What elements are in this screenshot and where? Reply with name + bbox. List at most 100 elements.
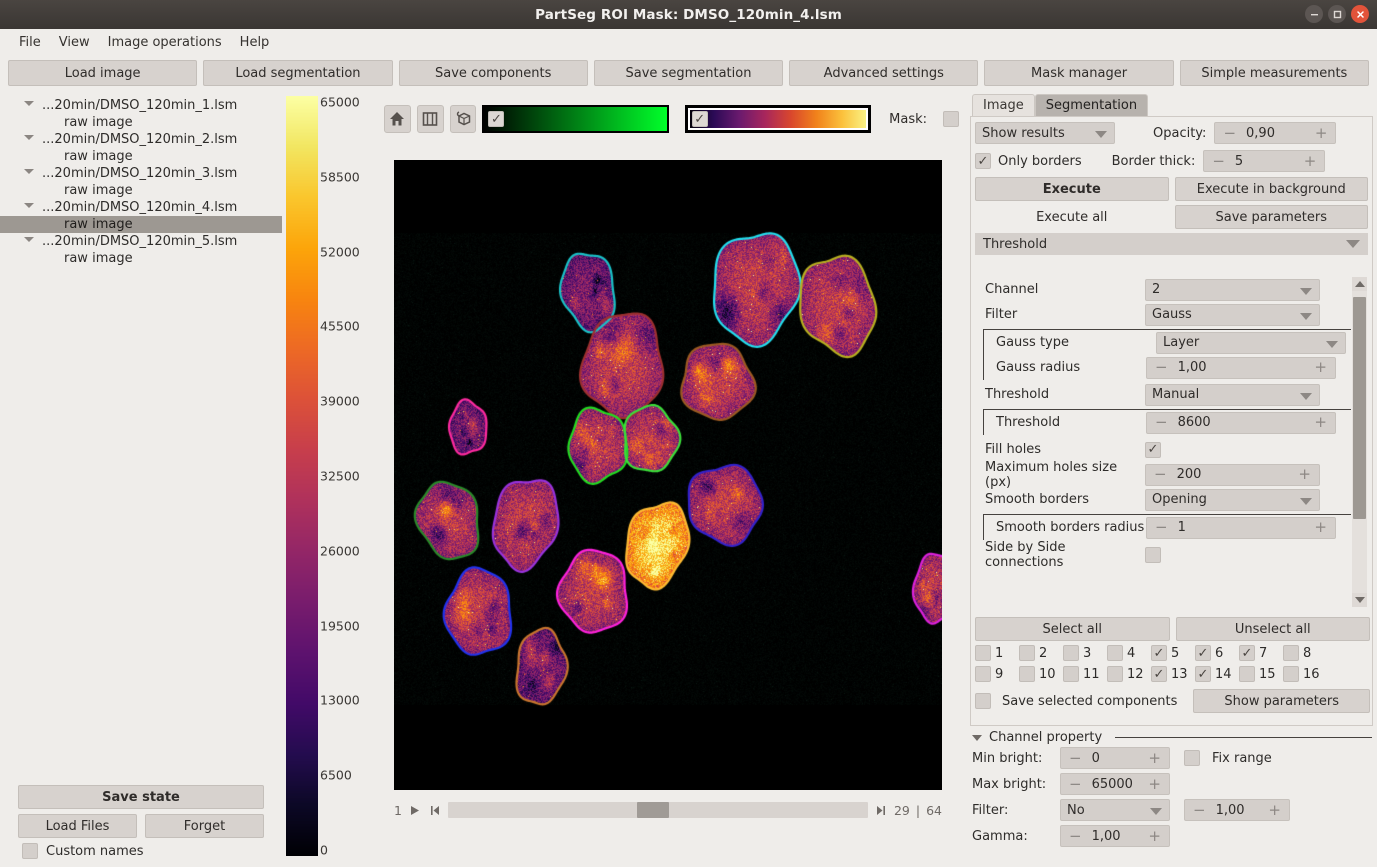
channel-1-colormap-bar[interactable] <box>482 105 668 133</box>
opacity-decrement-icon[interactable]: − <box>1223 126 1236 141</box>
file-tree-child-item[interactable]: raw image <box>0 250 282 267</box>
component-checkbox-item[interactable]: 3 <box>1063 645 1107 661</box>
component-checkbox-item[interactable]: 1 <box>975 645 1019 661</box>
expand-triangle-icon[interactable] <box>24 135 34 140</box>
component-checkbox[interactable] <box>1283 645 1299 661</box>
ndisplay-icon[interactable] <box>450 105 477 133</box>
filter-select[interactable]: No <box>1060 799 1170 821</box>
file-tree-child-item[interactable]: raw image <box>0 148 282 165</box>
component-checkbox[interactable] <box>1151 666 1167 682</box>
min-bright-increment-icon[interactable]: + <box>1148 751 1161 766</box>
mask-manager-button[interactable]: Mask manager <box>984 60 1173 86</box>
component-checkbox-item[interactable]: 10 <box>1019 666 1063 682</box>
mask-checkbox[interactable] <box>943 111 959 127</box>
component-checkbox-item[interactable]: 16 <box>1283 666 1327 682</box>
file-tree[interactable]: ...20min/DMSO_120min_1.lsm raw image ...20… <box>0 92 282 754</box>
component-checkbox-item[interactable]: 12 <box>1107 666 1151 682</box>
save-parameters-button[interactable]: Save parameters <box>1175 205 1369 229</box>
file-tree-child-item[interactable]: raw image <box>0 182 282 199</box>
collapse-triangle-icon[interactable] <box>972 735 982 741</box>
component-checkbox[interactable] <box>1063 666 1079 682</box>
border-thick-increment-icon[interactable]: + <box>1304 154 1317 169</box>
parameter-select[interactable]: Layer <box>1156 332 1346 354</box>
parameter-increment-icon[interactable]: + <box>1298 467 1311 482</box>
save-state-button[interactable]: Save state <box>18 785 264 809</box>
execute-button[interactable]: Execute <box>975 177 1169 201</box>
minimize-button[interactable] <box>1305 5 1323 23</box>
select-all-button[interactable]: Select all <box>975 617 1170 641</box>
parameter-increment-icon[interactable]: + <box>1314 360 1327 375</box>
component-checkbox-item[interactable]: 6 <box>1195 645 1239 661</box>
parameter-decrement-icon[interactable]: − <box>1154 467 1167 482</box>
min-bright-decrement-icon[interactable]: − <box>1069 751 1082 766</box>
parameters-scrollbar[interactable] <box>1352 277 1367 607</box>
component-checkbox[interactable] <box>1107 666 1123 682</box>
execute-in-background-button[interactable]: Execute in background <box>1175 177 1369 201</box>
image-viewer-canvas[interactable] <box>394 160 942 790</box>
component-checkbox[interactable] <box>1107 645 1123 661</box>
save-selected-components-checkbox[interactable] <box>975 693 991 709</box>
min-bright-spinbox[interactable]: − 0 + <box>1060 747 1170 769</box>
opacity-increment-icon[interactable]: + <box>1315 126 1328 141</box>
save-components-button[interactable]: Save components <box>399 60 588 86</box>
component-checkbox[interactable] <box>1239 666 1255 682</box>
opacity-spinbox[interactable]: − 0,90 + <box>1214 122 1336 144</box>
slice-slider-track[interactable] <box>448 802 868 818</box>
unselect-all-button[interactable]: Unselect all <box>1176 617 1371 641</box>
menu-file[interactable]: File <box>10 32 50 53</box>
parameter-decrement-icon[interactable]: − <box>1155 520 1168 535</box>
component-checkbox-item[interactable]: 13 <box>1151 666 1195 682</box>
algorithm-parameters-scroll[interactable]: Channel 2 Filter Gauss Gauss type Layer Gauss … <box>975 277 1370 607</box>
file-tree-item[interactable]: ...20min/DMSO_120min_4.lsm <box>0 199 282 216</box>
file-tree-child-item[interactable]: raw image <box>0 216 282 233</box>
save-segmentation-button[interactable]: Save segmentation <box>594 60 783 86</box>
algorithm-section-header[interactable]: Threshold <box>975 233 1368 255</box>
step-first-icon[interactable] <box>428 802 442 818</box>
scrollbar-track[interactable] <box>1352 291 1367 593</box>
home-icon[interactable] <box>384 105 411 133</box>
parameter-increment-icon[interactable]: + <box>1314 520 1327 535</box>
menu-image-operations[interactable]: Image operations <box>99 32 231 53</box>
parameter-spinbox[interactable]: −200 + <box>1145 464 1320 486</box>
component-checkbox[interactable] <box>1019 645 1035 661</box>
component-checkbox-item[interactable]: 8 <box>1283 645 1327 661</box>
load-segmentation-button[interactable]: Load segmentation <box>203 60 392 86</box>
component-checkbox[interactable] <box>975 645 991 661</box>
expand-triangle-icon[interactable] <box>24 237 34 242</box>
only-borders-checkbox[interactable] <box>975 153 991 169</box>
parameter-spinbox[interactable]: −8600 + <box>1146 412 1336 434</box>
close-button[interactable] <box>1351 5 1369 23</box>
component-checkbox[interactable] <box>1195 645 1211 661</box>
microscopy-image[interactable] <box>394 160 942 790</box>
forget-button[interactable]: Forget <box>145 814 264 838</box>
component-checkbox-item[interactable]: 7 <box>1239 645 1283 661</box>
parameter-checkbox[interactable] <box>1145 547 1161 563</box>
execute-all-button[interactable]: Execute all <box>975 205 1169 229</box>
load-files-button[interactable]: Load Files <box>18 814 137 838</box>
simple-measurements-button[interactable]: Simple measurements <box>1180 60 1369 86</box>
component-checkbox[interactable] <box>1239 645 1255 661</box>
tab-image[interactable]: Image <box>972 94 1035 116</box>
maximize-button[interactable] <box>1328 5 1346 23</box>
parameter-checkbox[interactable] <box>1145 442 1161 458</box>
component-checkbox[interactable] <box>1283 666 1299 682</box>
channel-2-checkbox[interactable] <box>692 111 708 127</box>
menu-help[interactable]: Help <box>231 32 279 53</box>
parameter-spinbox[interactable]: −1 + <box>1146 517 1336 539</box>
parameter-select[interactable]: 2 <box>1145 279 1320 301</box>
gamma-decrement-icon[interactable]: − <box>1069 829 1082 844</box>
border-thick-spinbox[interactable]: − 5 + <box>1203 150 1325 172</box>
file-tree-item[interactable]: ...20min/DMSO_120min_3.lsm <box>0 165 282 182</box>
scroll-up-icon[interactable] <box>1352 277 1367 291</box>
parameter-increment-icon[interactable]: + <box>1314 415 1327 430</box>
component-checkbox-item[interactable]: 11 <box>1063 666 1107 682</box>
filter-radius-decrement-icon[interactable]: − <box>1193 803 1206 818</box>
component-checkbox-item[interactable]: 14 <box>1195 666 1239 682</box>
file-tree-item[interactable]: ...20min/DMSO_120min_1.lsm <box>0 97 282 114</box>
max-bright-spinbox[interactable]: − 65000 + <box>1060 773 1170 795</box>
roll-dims-icon[interactable] <box>417 105 444 133</box>
file-tree-item[interactable]: ...20min/DMSO_120min_5.lsm <box>0 233 282 250</box>
filter-radius-spinbox[interactable]: − 1,00 + <box>1184 799 1290 821</box>
parameter-select[interactable]: Manual <box>1145 384 1320 406</box>
tab-segmentation[interactable]: Segmentation <box>1035 94 1148 116</box>
